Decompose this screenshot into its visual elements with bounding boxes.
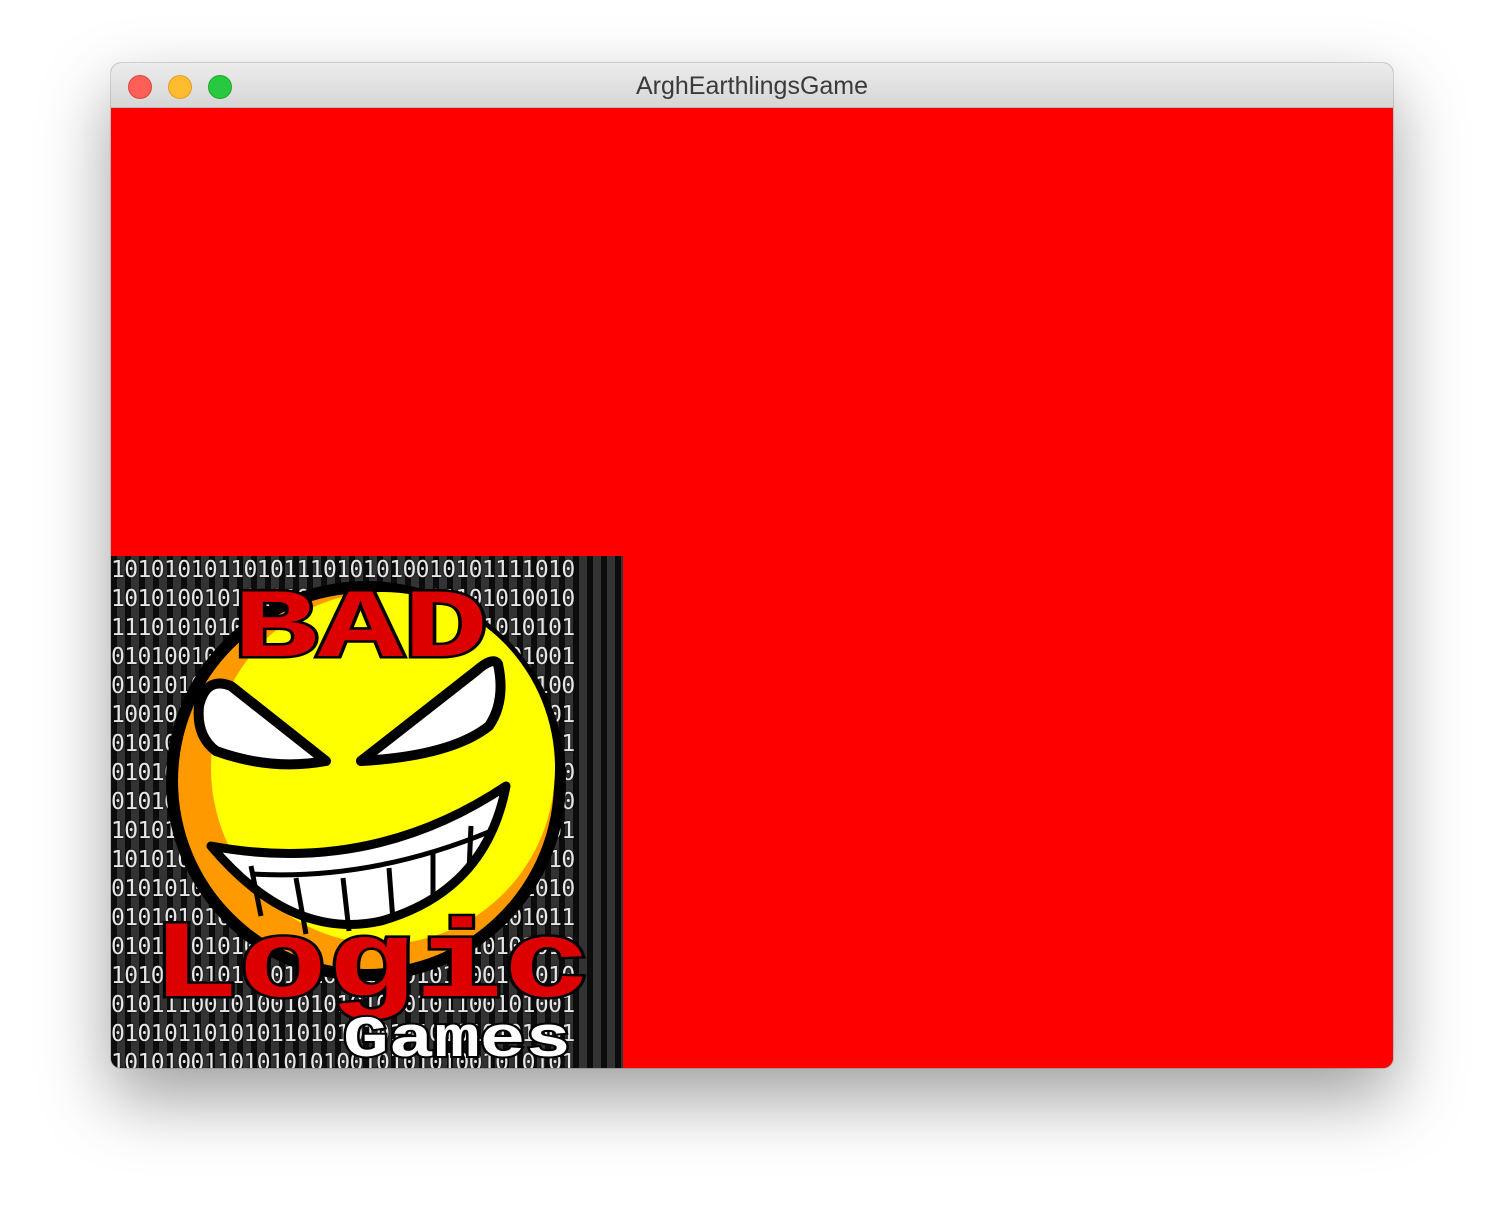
- logo-word-bad: BAD: [233, 575, 488, 686]
- logo-word-games: Games: [343, 1009, 571, 1068]
- window-title: ArghEarthlingsGame: [635, 72, 869, 100]
- logo-text-layer: BAD Logic Games: [149, 573, 594, 1069]
- title-bar[interactable]: ArghEarthlingsGame: [111, 63, 1393, 108]
- app-window: ArghEarthlingsGame 101010101101011101010…: [111, 63, 1393, 1068]
- badlogic-logo-image: 10101010110101110101010010101111010 1010…: [111, 556, 623, 1068]
- game-canvas[interactable]: 10101010110101110101010010101111010 1010…: [111, 108, 1393, 1068]
